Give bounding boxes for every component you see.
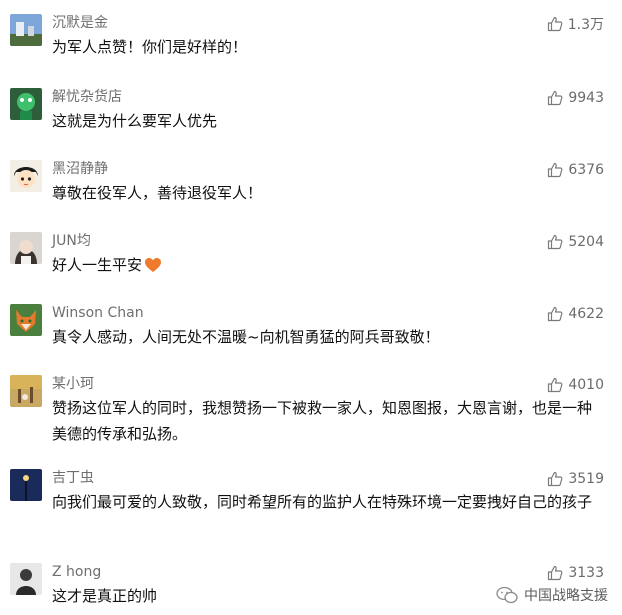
username[interactable]: 解忧杂货店 <box>52 88 122 106</box>
comment-text-content: 好人一生平安 <box>52 256 143 274</box>
heart-emoji-icon <box>145 258 162 272</box>
like-button[interactable]: 3133 <box>547 563 604 583</box>
like-count: 4622 <box>568 306 604 322</box>
fox-avatar-icon <box>10 304 42 336</box>
thumbs-up-icon <box>548 471 563 487</box>
like-count: 4010 <box>568 377 604 393</box>
portrait-avatar-icon <box>10 232 42 264</box>
username[interactable]: 黑沼静静 <box>52 160 108 178</box>
like-button[interactable]: 3519 <box>547 469 604 489</box>
like-button[interactable]: 1.3万 <box>547 14 604 34</box>
username[interactable]: Winson Chan <box>52 304 144 322</box>
like-button[interactable]: 5204 <box>547 232 604 252</box>
username[interactable]: JUN均 <box>52 232 91 250</box>
comment-text: 尊敬在役军人，善待退役军人！ <box>52 184 263 202</box>
like-count: 9943 <box>568 90 604 106</box>
thumbs-up-icon <box>548 377 563 393</box>
like-button[interactable]: 6376 <box>547 160 604 180</box>
comment-text: 好人一生平安 <box>52 252 604 278</box>
man-avatar-icon <box>10 563 42 595</box>
watermark-text: 中国战略支援 <box>524 588 608 604</box>
anime-avatar-icon <box>10 160 42 192</box>
like-count: 3519 <box>568 471 604 487</box>
username[interactable]: 某小珂 <box>52 375 94 393</box>
comment-text: 向我们最可爱的人致敬，同时希望所有的监护人在特殊环境一定要拽好自己的孩子 <box>52 493 593 511</box>
thumbs-up-icon <box>548 565 563 581</box>
like-button[interactable]: 4622 <box>547 304 604 324</box>
like-button[interactable]: 4010 <box>547 375 604 395</box>
like-count: 3133 <box>568 565 604 581</box>
like-button[interactable]: 9943 <box>547 88 604 108</box>
avatar[interactable] <box>10 304 42 336</box>
watermark: 中国战略支援 <box>496 585 608 605</box>
avatar[interactable] <box>10 563 42 595</box>
autumn-avatar-icon <box>10 375 42 407</box>
comment-text: 真令人感动，人间无处不温暖~向机智勇猛的阿兵哥致敬！ <box>52 328 440 346</box>
streetlamp-avatar-icon <box>10 469 42 501</box>
thumbs-up-icon <box>548 234 563 250</box>
username[interactable]: Z hong <box>52 563 101 581</box>
like-count: 1.3万 <box>567 17 604 33</box>
landscape-avatar-icon <box>10 14 42 46</box>
comment-text: 这就是为什么要军人优先 <box>52 112 218 130</box>
avatar[interactable] <box>10 469 42 501</box>
like-count: 5204 <box>568 234 604 250</box>
like-count: 6376 <box>568 162 604 178</box>
avatar[interactable] <box>10 160 42 192</box>
thumbs-up-icon <box>548 162 563 178</box>
thumbs-up-icon <box>547 16 563 32</box>
cartoon-avatar-icon <box>10 88 42 120</box>
avatar[interactable] <box>10 232 42 264</box>
username[interactable]: 沉默是金 <box>52 14 108 32</box>
wechat-icon <box>496 586 518 604</box>
comment-text: 为军人点赞！你们是好样的！ <box>52 38 248 56</box>
thumbs-up-icon <box>548 90 563 106</box>
comment-text: 赞扬这位军人的同时，我想赞扬一下被救一家人，知恩图报，大恩言谢，也是一种美德的传… <box>52 399 593 443</box>
avatar[interactable] <box>10 88 42 120</box>
username[interactable]: 吉丁虫 <box>52 469 94 487</box>
avatar[interactable] <box>10 14 42 46</box>
thumbs-up-icon <box>548 306 563 322</box>
avatar[interactable] <box>10 375 42 407</box>
